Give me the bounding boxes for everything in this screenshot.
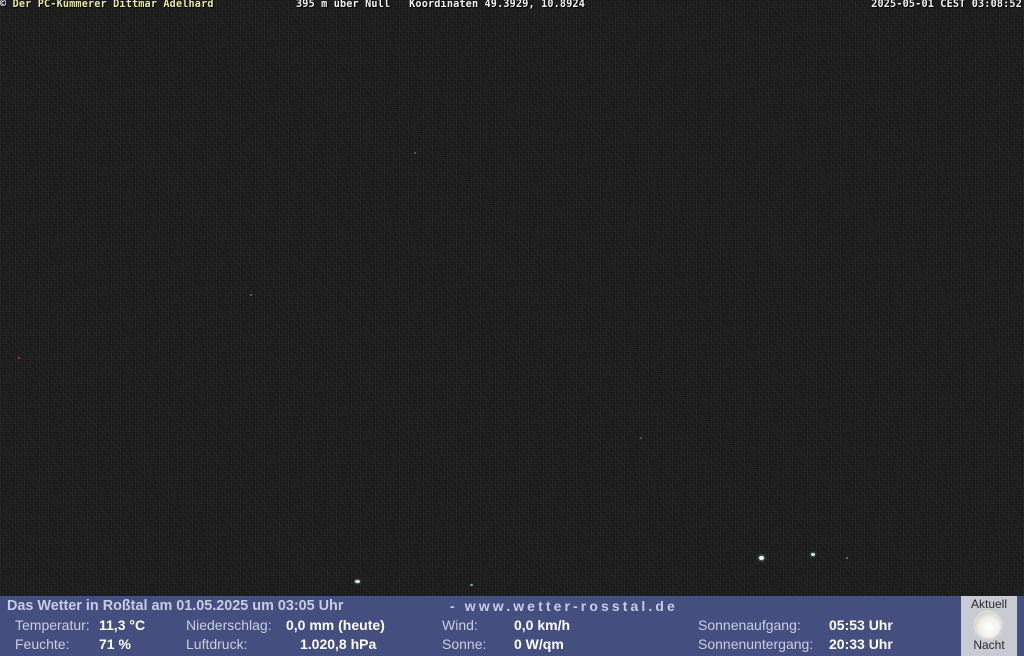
street-light-speck xyxy=(811,553,815,556)
temperature-label: Temperatur: xyxy=(15,617,90,633)
webcam-owner-caption: © Der PC-Kümmerer Dittmar Adelhard xyxy=(0,0,214,11)
sunrise-label: Sonnenaufgang: xyxy=(698,617,801,633)
faint-light-speck xyxy=(640,437,642,439)
coordinates-text: Koordinaten 49.3929, 10.8924 xyxy=(409,0,586,10)
moon-top-label: Aktuell xyxy=(970,597,1008,611)
pressure-value: 1.020,8 hPa xyxy=(300,636,377,652)
red-light-speck xyxy=(18,357,20,359)
webcam-image: © Der PC-Kümmerer Dittmar Adelhard 395 m… xyxy=(0,0,1024,656)
faint-light-speck xyxy=(250,294,252,296)
full-moon-icon xyxy=(975,612,1001,638)
weather-title: Das Wetter in Roßtal am 01.05.2025 um 03… xyxy=(7,598,344,614)
street-light-speck xyxy=(470,584,473,586)
street-light-speck xyxy=(846,557,848,559)
sunset-label: Sonnenuntergang: xyxy=(698,636,814,652)
altitude-text: 395 m über Null xyxy=(296,0,391,10)
humidity-value: 71 % xyxy=(99,636,131,652)
pressure-label: Luftdruck: xyxy=(186,636,248,652)
sunrise-value: 05:53 Uhr xyxy=(829,617,893,633)
precipitation-label: Niederschlag: xyxy=(186,617,272,633)
moon-phase-box: Aktuell Nacht xyxy=(961,596,1017,656)
temperature-value: 11,3 °C xyxy=(99,617,146,633)
moon-bottom-label: Nacht xyxy=(973,638,1005,652)
owner-name: Der PC-Kümmerer Dittmar Adelhard xyxy=(12,0,214,10)
location-caption: 395 m über Null Koordinaten 49.3929, 10.… xyxy=(296,0,585,11)
sun-value: 0 W/qm xyxy=(514,636,564,652)
weather-info-panel: Das Wetter in Roßtal am 01.05.2025 um 03… xyxy=(0,596,1024,656)
precipitation-value: 0,0 mm (heute) xyxy=(286,617,385,633)
website-link[interactable]: - www.wetter-rosstal.de xyxy=(450,598,678,615)
humidity-label: Feuchte: xyxy=(15,636,70,652)
street-light-speck xyxy=(355,580,360,583)
sunset-value: 20:33 Uhr xyxy=(829,636,893,652)
wind-value: 0,0 km/h xyxy=(514,617,571,633)
street-light-speck xyxy=(759,556,764,560)
sun-label: Sonne: xyxy=(442,636,487,652)
timestamp-caption: 2025-05-01 CEST 03:08:52 xyxy=(871,0,1022,10)
copyright-symbol: © xyxy=(0,0,7,10)
night-sky-photo xyxy=(0,0,1024,596)
wind-label: Wind: xyxy=(442,617,478,633)
faint-light-speck xyxy=(414,152,416,154)
